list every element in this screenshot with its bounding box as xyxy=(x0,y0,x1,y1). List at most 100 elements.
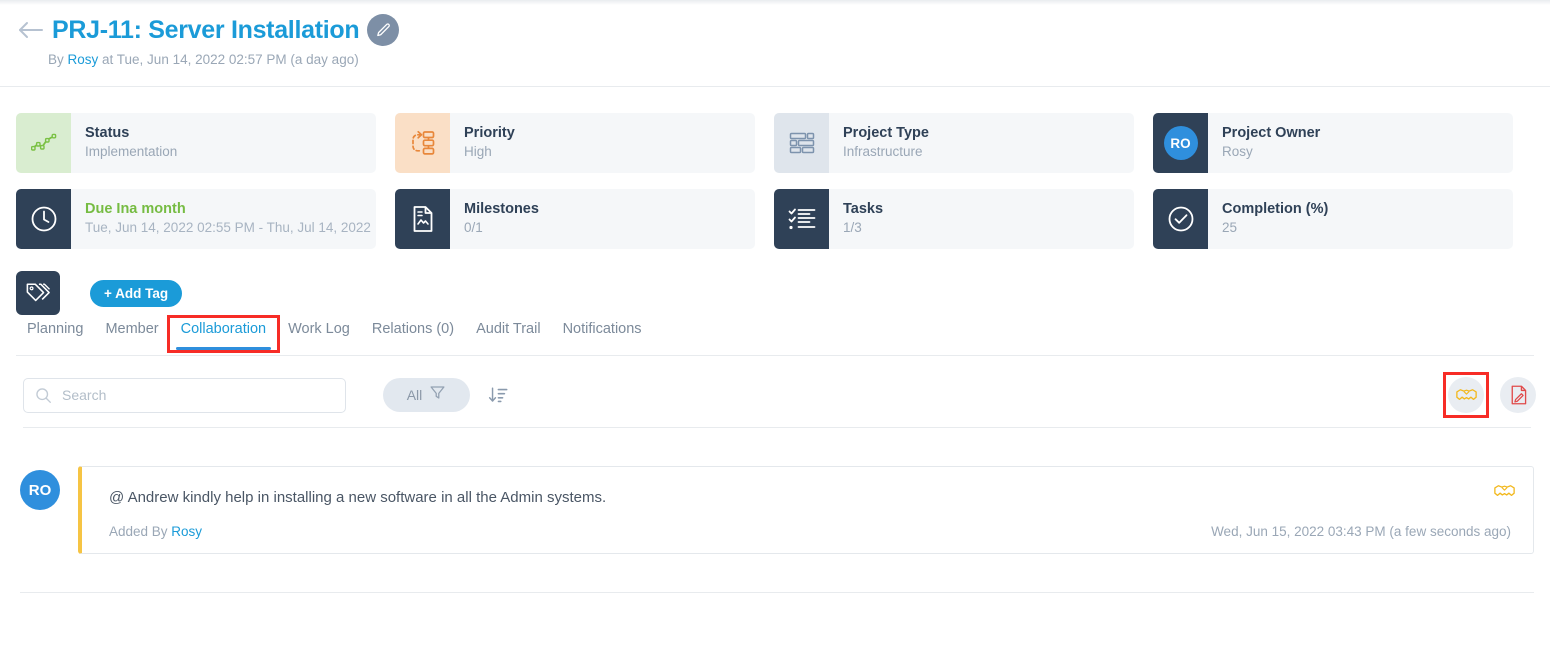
collaboration-action-highlight xyxy=(1443,372,1489,418)
info-cards: Status Implementation Priorit xyxy=(16,113,1536,265)
subtitle-prefix: By xyxy=(48,52,68,67)
comment-text: @ Andrew kindly help in installing a new… xyxy=(109,487,1511,508)
layout-blocks-icon xyxy=(774,113,829,173)
document-edit-icon xyxy=(1510,385,1527,405)
subtitle-author-link[interactable]: Rosy xyxy=(68,52,99,67)
tabs-divider xyxy=(16,355,1534,356)
tab-label: Collaboration xyxy=(181,321,266,337)
card-milestones-body: Milestones 0/1 xyxy=(450,189,755,249)
card-tasks-body: Tasks 1/3 xyxy=(829,189,1134,249)
document-edit-action-button[interactable] xyxy=(1500,377,1536,413)
tab-label: Member xyxy=(105,321,158,337)
tab-label: Planning xyxy=(27,321,83,337)
card-due-date[interactable]: Due Ina month Tue, Jun 14, 2022 02:55 PM… xyxy=(16,189,376,249)
comment-timestamp: Wed, Jun 15, 2022 03:43 PM (a few second… xyxy=(1211,524,1511,539)
clock-icon xyxy=(16,189,71,249)
tab-label: Audit Trail xyxy=(476,321,540,337)
card-project-type[interactable]: Project Type Infrastructure xyxy=(774,113,1134,173)
page-subtitle: By Rosy at Tue, Jun 14, 2022 02:57 PM (a… xyxy=(0,52,1550,67)
card-value: High xyxy=(464,143,755,162)
tab-work-log[interactable]: Work Log xyxy=(277,318,361,350)
sort-descending-icon[interactable] xyxy=(484,380,512,410)
card-label: Project Type xyxy=(843,124,1134,144)
filter-label: All xyxy=(407,387,423,403)
handshake-icon xyxy=(1456,387,1477,403)
tab-notifications[interactable]: Notifications xyxy=(552,318,653,350)
card-label: Tasks xyxy=(843,200,1134,220)
search-input[interactable] xyxy=(23,378,346,413)
collaboration-toolbar: All xyxy=(23,372,1536,418)
card-tasks[interactable]: Tasks 1/3 xyxy=(774,189,1134,249)
tags-icon xyxy=(16,271,60,315)
card-due-date-body: Due Ina month Tue, Jun 14, 2022 02:55 PM… xyxy=(71,189,376,249)
comment-footer: Added By Rosy Wed, Jun 15, 2022 03:43 PM… xyxy=(109,524,1511,539)
added-by-link[interactable]: Rosy xyxy=(171,524,202,539)
header-divider xyxy=(0,86,1550,87)
tag-row: + Add Tag xyxy=(16,271,182,315)
comment-avatar: RO xyxy=(20,470,60,510)
document-icon xyxy=(395,189,450,249)
card-milestones[interactable]: Milestones 0/1 xyxy=(395,189,755,249)
card-priority[interactable]: Priority High xyxy=(395,113,755,173)
handshake-icon xyxy=(1494,483,1515,504)
card-value: Rosy xyxy=(1222,143,1513,162)
check-circle-icon xyxy=(1153,189,1208,249)
comment-author: Added By Rosy xyxy=(109,524,202,539)
checklist-icon xyxy=(774,189,829,249)
card-label: Milestones xyxy=(464,200,755,220)
page-header: PRJ-11: Server Installation By Rosy at T… xyxy=(0,12,1550,67)
card-project-owner-body: Project Owner Rosy xyxy=(1208,113,1513,173)
toolbar-actions xyxy=(1443,372,1536,418)
info-cards-row-2: Due Ina month Tue, Jun 14, 2022 02:55 PM… xyxy=(16,189,1536,249)
funnel-icon xyxy=(429,384,446,406)
card-label: Due Ina month xyxy=(85,200,376,220)
back-arrow-icon[interactable] xyxy=(16,15,46,45)
tab-bar: Planning Member Collaboration Work Log R… xyxy=(16,318,1536,358)
active-tab-underline xyxy=(176,347,271,350)
card-value: Tue, Jun 14, 2022 02:55 PM - Thu, Jul 14… xyxy=(85,219,376,238)
card-completion-body: Completion (%) 25 xyxy=(1208,189,1513,249)
line-chart-icon xyxy=(16,113,71,173)
comment-list-divider xyxy=(20,592,1534,593)
card-label: Project Owner xyxy=(1222,124,1513,144)
card-project-owner[interactable]: RO Project Owner Rosy xyxy=(1153,113,1513,173)
card-value: 25 xyxy=(1222,219,1513,238)
card-status-body: Status Implementation xyxy=(71,113,376,173)
toolbar-divider xyxy=(23,427,1531,428)
tab-label: Relations (0) xyxy=(372,321,454,337)
card-value: Infrastructure xyxy=(843,143,1134,162)
tab-label: Notifications xyxy=(563,321,642,337)
card-completion[interactable]: Completion (%) 25 xyxy=(1153,189,1513,249)
card-value: Implementation xyxy=(85,143,376,162)
subtitle-suffix: at Tue, Jun 14, 2022 02:57 PM (a day ago… xyxy=(98,52,358,67)
avatar: RO xyxy=(1164,126,1198,160)
pencil-icon xyxy=(375,22,392,39)
title-row: PRJ-11: Server Installation xyxy=(0,12,1550,48)
card-label: Priority xyxy=(464,124,755,144)
tab-member[interactable]: Member xyxy=(94,318,169,350)
top-scroll-shadow xyxy=(0,0,1550,5)
handshake-action-button[interactable] xyxy=(1448,377,1484,413)
filter-button[interactable]: All xyxy=(383,378,470,412)
comment-list: RO @ Andrew kindly help in installing a … xyxy=(20,466,1534,554)
add-tag-button[interactable]: + Add Tag xyxy=(90,280,182,307)
added-by-prefix: Added By xyxy=(109,524,171,539)
card-value: 0/1 xyxy=(464,219,755,238)
page-title[interactable]: PRJ-11: Server Installation xyxy=(52,16,359,45)
search-wrapper xyxy=(23,378,346,413)
tab-label: Work Log xyxy=(288,321,350,337)
tab-audit-trail[interactable]: Audit Trail xyxy=(465,318,551,350)
card-priority-body: Priority High xyxy=(450,113,755,173)
priority-flow-icon xyxy=(395,113,450,173)
card-status[interactable]: Status Implementation xyxy=(16,113,376,173)
owner-avatar-tile: RO xyxy=(1153,113,1208,173)
tab-planning[interactable]: Planning xyxy=(16,318,94,350)
tab-collaboration[interactable]: Collaboration xyxy=(170,318,277,350)
project-detail-page: PRJ-11: Server Installation By Rosy at T… xyxy=(0,0,1550,657)
card-label: Completion (%) xyxy=(1222,200,1513,220)
card-project-type-body: Project Type Infrastructure xyxy=(829,113,1134,173)
info-cards-row-1: Status Implementation Priorit xyxy=(16,113,1536,173)
tab-relations[interactable]: Relations (0) xyxy=(361,318,465,350)
comment-card: @ Andrew kindly help in installing a new… xyxy=(78,466,1534,554)
edit-project-button[interactable] xyxy=(367,14,399,46)
